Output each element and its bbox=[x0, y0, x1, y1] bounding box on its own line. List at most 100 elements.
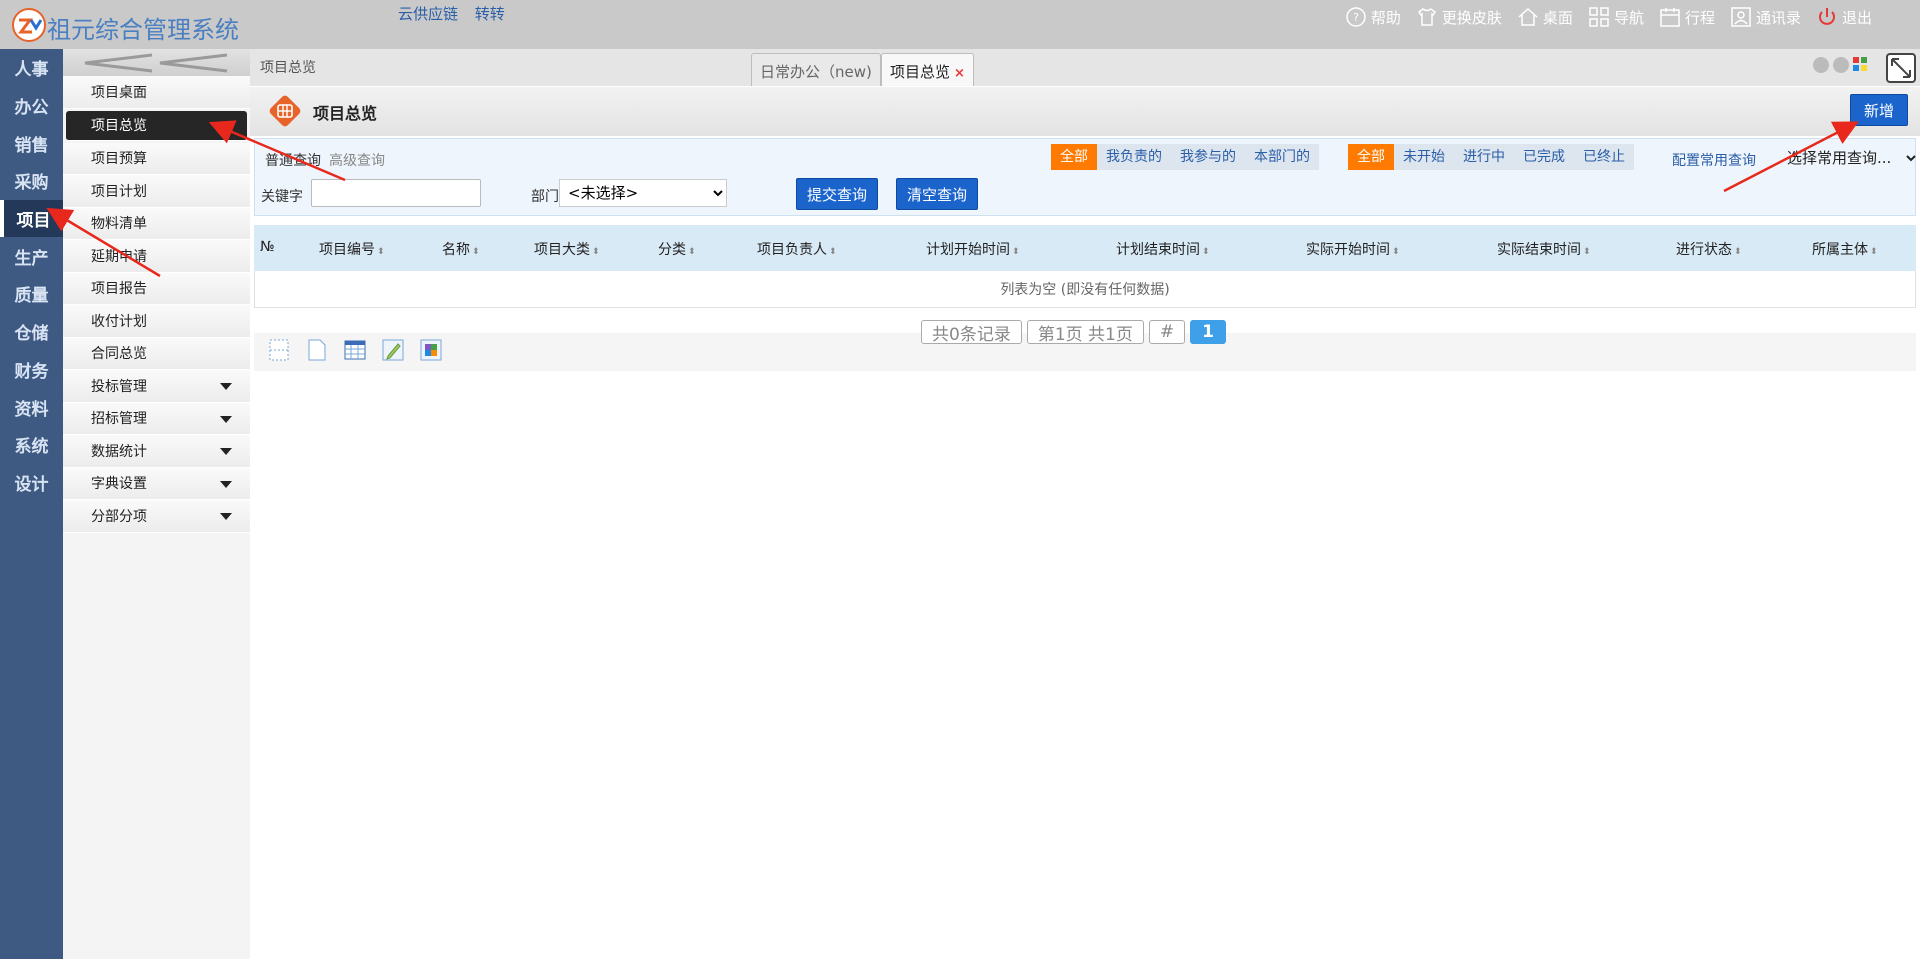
col-entity[interactable]: 所属主体 ⬍ bbox=[1812, 239, 1878, 259]
module-finance[interactable]: 财务 bbox=[0, 351, 63, 389]
col-actual-start[interactable]: 实际开始时间 ⬍ bbox=[1306, 239, 1400, 259]
submenu-subdivision[interactable]: 分部分项 bbox=[63, 500, 250, 533]
tab-prev-icon[interactable] bbox=[1813, 57, 1829, 73]
status-terminated[interactable]: 已终止 bbox=[1574, 144, 1634, 170]
help-icon: ? bbox=[1346, 7, 1366, 27]
caret-down-icon bbox=[220, 480, 232, 488]
module-purchase[interactable]: 采购 bbox=[0, 162, 63, 200]
nav-navigation[interactable]: 导航 bbox=[1587, 5, 1644, 29]
config-common-query-link[interactable]: 配置常用查询 bbox=[1672, 150, 1756, 170]
submenu-dictionary[interactable]: 字典设置 bbox=[63, 467, 250, 500]
module-production[interactable]: 生产 bbox=[0, 237, 63, 275]
puzzle-icon[interactable] bbox=[420, 338, 442, 362]
col-category-major[interactable]: 项目大类 ⬍ bbox=[534, 239, 600, 259]
pager-page-1[interactable]: 1 bbox=[1190, 320, 1226, 344]
link-zhuanzhuan[interactable]: 转转 bbox=[475, 5, 505, 23]
table-header: № 项目编号 ⬍ 名称 ⬍ 项目大类 ⬍ 分类 ⬍ 项目负责人 ⬍ 计划开始时间 ⬍ 计划结… bbox=[254, 225, 1916, 271]
col-project-code[interactable]: 项目编号 ⬍ bbox=[319, 239, 385, 259]
status-in-progress[interactable]: 进行中 bbox=[1454, 144, 1514, 170]
module-hr[interactable]: 人事 bbox=[0, 49, 63, 87]
svg-text:?: ? bbox=[1353, 11, 1359, 24]
module-warehouse[interactable]: 仓储 bbox=[0, 313, 63, 351]
status-completed[interactable]: 已完成 bbox=[1514, 144, 1574, 170]
fullscreen-button[interactable] bbox=[1886, 53, 1916, 83]
submenu-project-report[interactable]: 项目报告 bbox=[63, 272, 250, 305]
scope-department[interactable]: 本部门的 bbox=[1245, 144, 1319, 170]
page-title: 项目总览 bbox=[313, 104, 378, 123]
table-icon[interactable] bbox=[344, 338, 366, 362]
double-chevron-left-icon bbox=[84, 53, 227, 72]
col-project-manager[interactable]: 项目负责人 ⬍ bbox=[757, 239, 837, 259]
module-quality[interactable]: 质量 bbox=[0, 275, 63, 313]
submenu-project-plan[interactable]: 项目计划 bbox=[63, 175, 250, 208]
submenu-statistics[interactable]: 数据统计 bbox=[63, 435, 250, 468]
status-all[interactable]: 全部 bbox=[1348, 144, 1394, 170]
empty-list-row: 列表为空 (即没有任何数据) bbox=[254, 271, 1916, 308]
common-query-select[interactable]: 选择常用查询... bbox=[1783, 145, 1919, 171]
submit-query-button[interactable]: 提交查询 bbox=[796, 178, 879, 210]
col-category[interactable]: 分类 ⬍ bbox=[658, 239, 696, 259]
nav-skin[interactable]: 更换皮肤 bbox=[1415, 5, 1502, 29]
tab-advanced-query[interactable]: 高级查询 bbox=[329, 150, 385, 170]
tab-normal-query[interactable]: 普通查询 bbox=[265, 150, 321, 170]
nav-help[interactable]: ? 帮助 bbox=[1344, 5, 1401, 29]
top-header: 祖元综合管理系统 云供应链 转转 ? 帮助 更换皮肤 桌面 导航 行程 通讯录 bbox=[0, 0, 1920, 49]
add-button[interactable]: 新增 bbox=[1850, 94, 1908, 126]
scope-all[interactable]: 全部 bbox=[1051, 144, 1097, 170]
sort-icon: ⬍ bbox=[377, 247, 385, 257]
search-panel: 普通查询 高级查询 全部 我负责的 我参与的 本部门的 全部 未开始 进行中 已… bbox=[254, 138, 1919, 216]
col-status[interactable]: 进行状态 ⬍ bbox=[1676, 239, 1742, 259]
tab-daily-office[interactable]: 日常办公（new) bbox=[751, 53, 881, 86]
page-header: 项目总览 新增 bbox=[250, 87, 1920, 136]
collapse-menu-button[interactable] bbox=[63, 49, 250, 76]
submenu-contract-overview[interactable]: 合同总览 bbox=[63, 337, 250, 370]
blank-page-icon[interactable] bbox=[306, 338, 328, 362]
tab-next-icon[interactable] bbox=[1833, 57, 1849, 73]
module-system[interactable]: 系统 bbox=[0, 426, 63, 464]
module-documents[interactable]: 资料 bbox=[0, 388, 63, 426]
department-select[interactable]: <未选择> bbox=[559, 179, 727, 207]
top-nav: ? 帮助 更换皮肤 桌面 导航 行程 通讯录 退出 bbox=[1344, 5, 1872, 29]
nav-logout[interactable]: 退出 bbox=[1815, 5, 1872, 29]
sort-icon: ⬍ bbox=[472, 247, 480, 257]
caret-down-icon bbox=[220, 383, 232, 390]
col-plan-end[interactable]: 计划结束时间 ⬍ bbox=[1116, 239, 1210, 259]
windows-icon[interactable] bbox=[1853, 57, 1867, 71]
nav-schedule[interactable]: 行程 bbox=[1658, 5, 1715, 29]
submenu-tender-management[interactable]: 招标管理 bbox=[63, 402, 250, 435]
col-actual-end[interactable]: 实际结束时间 ⬍ bbox=[1497, 239, 1591, 259]
clear-query-button[interactable]: 清空查询 bbox=[896, 178, 979, 210]
submenu-bid-management[interactable]: 投标管理 bbox=[63, 370, 250, 403]
edit-icon[interactable] bbox=[382, 338, 404, 362]
link-supply-chain[interactable]: 云供应链 bbox=[398, 5, 458, 23]
submenu-payment-plan[interactable]: 收付计划 bbox=[63, 305, 250, 338]
submenu-project-budget[interactable]: 项目预算 bbox=[63, 142, 250, 175]
nav-contacts[interactable]: 通讯录 bbox=[1729, 5, 1801, 29]
col-name[interactable]: 名称 ⬍ bbox=[442, 239, 480, 259]
submenu-project-desktop[interactable]: 项目桌面 bbox=[63, 76, 250, 109]
keyword-label: 关键字 bbox=[261, 189, 303, 205]
status-not-started[interactable]: 未开始 bbox=[1394, 144, 1454, 170]
project-table: № 项目编号 ⬍ 名称 ⬍ 项目大类 ⬍ 分类 ⬍ 项目负责人 ⬍ 计划开始时间 ⬍ 计划结… bbox=[254, 225, 1916, 308]
submenu-bom[interactable]: 物料清单 bbox=[63, 207, 250, 240]
module-office[interactable]: 办公 bbox=[0, 87, 63, 125]
module-sales[interactable]: 销售 bbox=[0, 124, 63, 162]
tab-bar: 项目总览 日常办公（new) 项目总览 × bbox=[250, 49, 1920, 86]
col-plan-start[interactable]: 计划开始时间 ⬍ bbox=[926, 239, 1020, 259]
col-number: № bbox=[260, 239, 275, 255]
scope-joined[interactable]: 我参与的 bbox=[1171, 144, 1245, 170]
select-all-icon[interactable] bbox=[268, 338, 290, 362]
scope-mine[interactable]: 我负责的 bbox=[1097, 144, 1171, 170]
nav-desktop[interactable]: 桌面 bbox=[1516, 5, 1573, 29]
keyword-input[interactable] bbox=[311, 179, 481, 207]
close-tab-icon[interactable]: × bbox=[954, 66, 965, 81]
tab-project-overview[interactable]: 项目总览 × bbox=[881, 53, 974, 86]
submenu-project-overview[interactable]: 项目总览 bbox=[66, 110, 247, 141]
shirt-icon bbox=[1417, 8, 1436, 26]
submenu-delay-request[interactable]: 延期申请 bbox=[63, 240, 250, 273]
module-project[interactable]: 项目 bbox=[0, 199, 63, 238]
scope-filter-group: 全部 我负责的 我参与的 本部门的 bbox=[1051, 144, 1319, 170]
module-design[interactable]: 设计 bbox=[0, 464, 63, 502]
project-overview-icon bbox=[269, 95, 301, 127]
pager-jump[interactable]: # bbox=[1148, 320, 1186, 344]
